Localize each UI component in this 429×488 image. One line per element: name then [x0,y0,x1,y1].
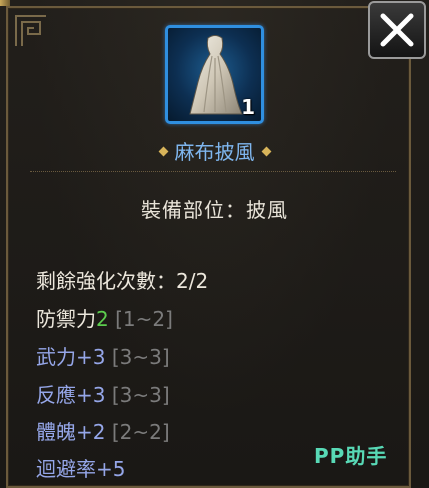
defense-label: 防禦力 [36,307,96,331]
stat-line: 武力+3 [3~3] [36,341,170,370]
item-count: 1 [241,95,255,119]
divider [30,171,396,172]
stat-range: [3~3] [111,345,170,369]
defense-range: [1~2] [115,307,173,331]
stat-range: [3~3] [111,383,170,407]
defense-value: 2 [96,307,109,331]
stat-label: 武力+3 [36,345,106,369]
watermark: PP助手 [314,444,388,468]
defense-line: 防禦力2 [1~2] [36,303,173,332]
item-icon-slot[interactable]: 1 [165,25,264,124]
stat-label: 迴避率+5 [36,457,126,481]
item-tooltip-panel: 1 麻布披風 裝備部位：披風 剩餘強化次數：2/2 防禦力2 [1~2] 武力+… [0,0,429,488]
item-name: 麻布披風 [174,140,255,164]
stat-line: 體魄+2 [2~2] [36,416,170,445]
item-name-row: 麻布披風 [0,136,429,165]
stat-label: 反應+3 [36,383,106,407]
stat-label: 體魄+2 [36,420,106,444]
corner-ornament-icon [15,15,46,46]
stat-line: 迴避率+5 [36,453,125,482]
enhance-remaining: 剩餘強化次數：2/2 [36,269,209,293]
stat-range: [2~2] [111,420,170,444]
diamond-bullet-icon [261,146,271,157]
close-x-icon [380,13,414,47]
equip-slot-text: 裝備部位：披風 [141,198,288,222]
stat-line: 反應+3 [3~3] [36,379,170,408]
close-button[interactable] [368,1,426,59]
diamond-bullet-icon [158,146,168,157]
